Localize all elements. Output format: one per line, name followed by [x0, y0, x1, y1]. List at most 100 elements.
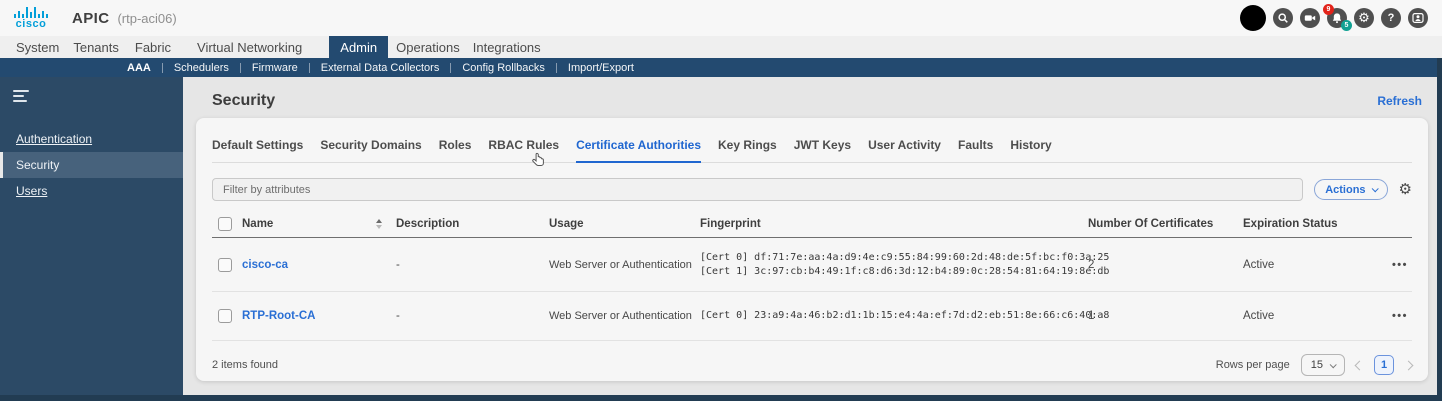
gear-icon[interactable]: ⚙ — [1354, 8, 1374, 28]
current-page-button[interactable]: 1 — [1374, 355, 1394, 375]
cell-expiration-status: Active — [1243, 258, 1275, 271]
column-header-number-of-certificates: Number Of Certificates — [1088, 218, 1214, 230]
filter-input[interactable] — [212, 178, 1304, 201]
previous-page-icon[interactable] — [1354, 360, 1365, 370]
refresh-button[interactable]: Refresh — [1377, 94, 1422, 108]
collapse-menu-icon[interactable] — [13, 90, 31, 102]
primary-nav: System Tenants Fabric Virtual Networking… — [0, 36, 1442, 58]
chevron-down-icon — [1371, 185, 1379, 193]
nav-item-virtual-networking[interactable]: Virtual Networking — [197, 36, 302, 58]
mouse-cursor-hand-icon — [532, 152, 544, 166]
subnav-separator — [450, 62, 452, 73]
tab-roles[interactable]: Roles — [439, 138, 472, 162]
column-header-name: Name — [242, 218, 274, 230]
main-content: Security Refresh Default Settings Securi… — [183, 77, 1442, 401]
screen-edge-bottom — [0, 395, 1442, 401]
tab-security-domains[interactable]: Security Domains — [320, 138, 421, 162]
alert-badge-critical[interactable]: 9 — [1323, 4, 1334, 15]
ca-name-link[interactable]: cisco-ca — [242, 259, 396, 271]
cell-fingerprint: [Cert 0] 23:a9:4a:46:b2:d1:1b:15:e4:4a:e… — [700, 310, 1110, 321]
notifications-bell-icon[interactable]: 9 5 — [1323, 4, 1352, 31]
cell-description: - — [396, 258, 400, 271]
subnav-separator — [239, 62, 241, 73]
tab-faults[interactable]: Faults — [958, 138, 993, 162]
alert-badge-info[interactable]: 5 — [1341, 20, 1352, 31]
rows-per-page-select[interactable]: 15 — [1300, 354, 1345, 376]
table-row: cisco-ca - Web Server or Authentication … — [212, 238, 1412, 292]
nav-item-integrations[interactable]: Integrations — [473, 36, 541, 58]
tab-certificate-authorities[interactable]: Certificate Authorities — [576, 138, 702, 163]
table-settings-gear-icon[interactable]: ⚙ — [1399, 182, 1412, 197]
top-bar: cisco APIC (rtp-aci06) 9 5 ⚙ ? — [0, 0, 1442, 36]
left-sidebar: Authentication Security Users — [0, 77, 183, 401]
cell-fingerprint: [Cert 0] df:71:7e:aa:4a:d9:4e:c9:55:84:9… — [700, 251, 1110, 277]
column-header-expiration-status: Expiration Status — [1243, 218, 1338, 230]
cell-usage: Web Server or Authentication — [549, 310, 692, 322]
cisco-logo-bars-icon — [14, 6, 48, 18]
tab-rbac-rules[interactable]: RBAC Rules — [488, 138, 559, 162]
sidebar-item-authentication[interactable]: Authentication — [0, 126, 183, 152]
search-icon[interactable] — [1273, 8, 1293, 28]
help-icon[interactable]: ? — [1381, 8, 1401, 28]
rows-per-page-label: Rows per page — [1215, 359, 1290, 371]
user-avatar[interactable] — [1240, 5, 1266, 31]
row-actions-ellipsis-icon[interactable]: ••• — [1382, 310, 1412, 322]
column-header-usage: Usage — [549, 218, 584, 230]
next-page-icon[interactable] — [1403, 360, 1414, 370]
nav-item-admin[interactable]: Admin — [329, 36, 389, 58]
subnav-separator — [308, 62, 310, 73]
screen-edge-right — [1437, 58, 1442, 401]
table-row: RTP-Root-CA - Web Server or Authenticati… — [212, 292, 1412, 341]
subnav-separator — [555, 62, 557, 73]
app-title: APIC — [72, 9, 110, 27]
subnav-item-aaa[interactable]: AAA — [127, 62, 151, 74]
cisco-brand-text: cisco — [15, 17, 47, 30]
tab-jwt-keys[interactable]: JWT Keys — [794, 138, 851, 162]
cell-number-of-certificates: 2 — [1088, 258, 1095, 271]
tab-default-settings[interactable]: Default Settings — [212, 138, 303, 162]
user-manual-icon[interactable] — [1408, 8, 1428, 28]
cisco-logo: cisco — [14, 6, 48, 30]
security-card: Default Settings Security Domains Roles … — [196, 118, 1428, 381]
tab-key-rings[interactable]: Key Rings — [718, 138, 777, 162]
video-camera-icon[interactable] — [1300, 8, 1320, 28]
tab-user-activity[interactable]: User Activity — [868, 138, 941, 162]
table-footer: 2 items found Rows per page 15 1 — [212, 354, 1414, 376]
table-header-row: Name Description Usage Fingerprint Numbe… — [212, 211, 1412, 238]
subnav-item-config-rollbacks[interactable]: Config Rollbacks — [462, 62, 545, 74]
top-icon-group: 9 5 ⚙ ? — [1240, 4, 1428, 31]
cell-number-of-certificates: 1 — [1088, 310, 1095, 322]
select-all-checkbox[interactable] — [218, 217, 232, 231]
row-checkbox[interactable] — [218, 309, 232, 323]
sort-icon[interactable] — [376, 219, 382, 229]
row-checkbox[interactable] — [218, 257, 232, 272]
certificate-authorities-table: Name Description Usage Fingerprint Numbe… — [212, 211, 1412, 341]
nav-item-tenants[interactable]: Tenants — [73, 36, 119, 58]
app-subtitle: (rtp-aci06) — [117, 10, 177, 26]
actions-button[interactable]: Actions — [1314, 179, 1388, 200]
nav-item-fabric[interactable]: Fabric — [135, 36, 171, 58]
nav-item-system[interactable]: System — [16, 36, 59, 58]
ca-name-link[interactable]: RTP-Root-CA — [242, 310, 396, 322]
subnav-item-external-data-collectors[interactable]: External Data Collectors — [321, 62, 440, 74]
subnav-item-firmware[interactable]: Firmware — [252, 62, 298, 74]
admin-sub-nav: AAA Schedulers Firmware External Data Co… — [0, 58, 1442, 77]
subnav-item-import-export[interactable]: Import/Export — [568, 62, 634, 74]
chevron-down-icon — [1329, 360, 1337, 368]
subnav-separator — [161, 62, 163, 73]
sidebar-item-security[interactable]: Security — [0, 152, 183, 178]
nav-item-operations[interactable]: Operations — [396, 36, 460, 58]
cell-usage: Web Server or Authentication — [549, 258, 692, 271]
cell-expiration-status: Active — [1243, 310, 1275, 322]
tab-history[interactable]: History — [1010, 138, 1051, 162]
column-header-fingerprint: Fingerprint — [700, 218, 761, 230]
table-toolbar: Actions ⚙ — [212, 178, 1412, 201]
items-found-label: 2 items found — [212, 359, 279, 371]
column-header-description: Description — [396, 218, 460, 230]
security-tabs: Default Settings Security Domains Roles … — [212, 118, 1412, 166]
page-title: Security — [212, 92, 276, 109]
cell-description: - — [396, 310, 400, 322]
row-actions-ellipsis-icon[interactable]: ••• — [1382, 259, 1412, 271]
subnav-item-schedulers[interactable]: Schedulers — [174, 62, 229, 74]
sidebar-item-users[interactable]: Users — [0, 178, 183, 204]
